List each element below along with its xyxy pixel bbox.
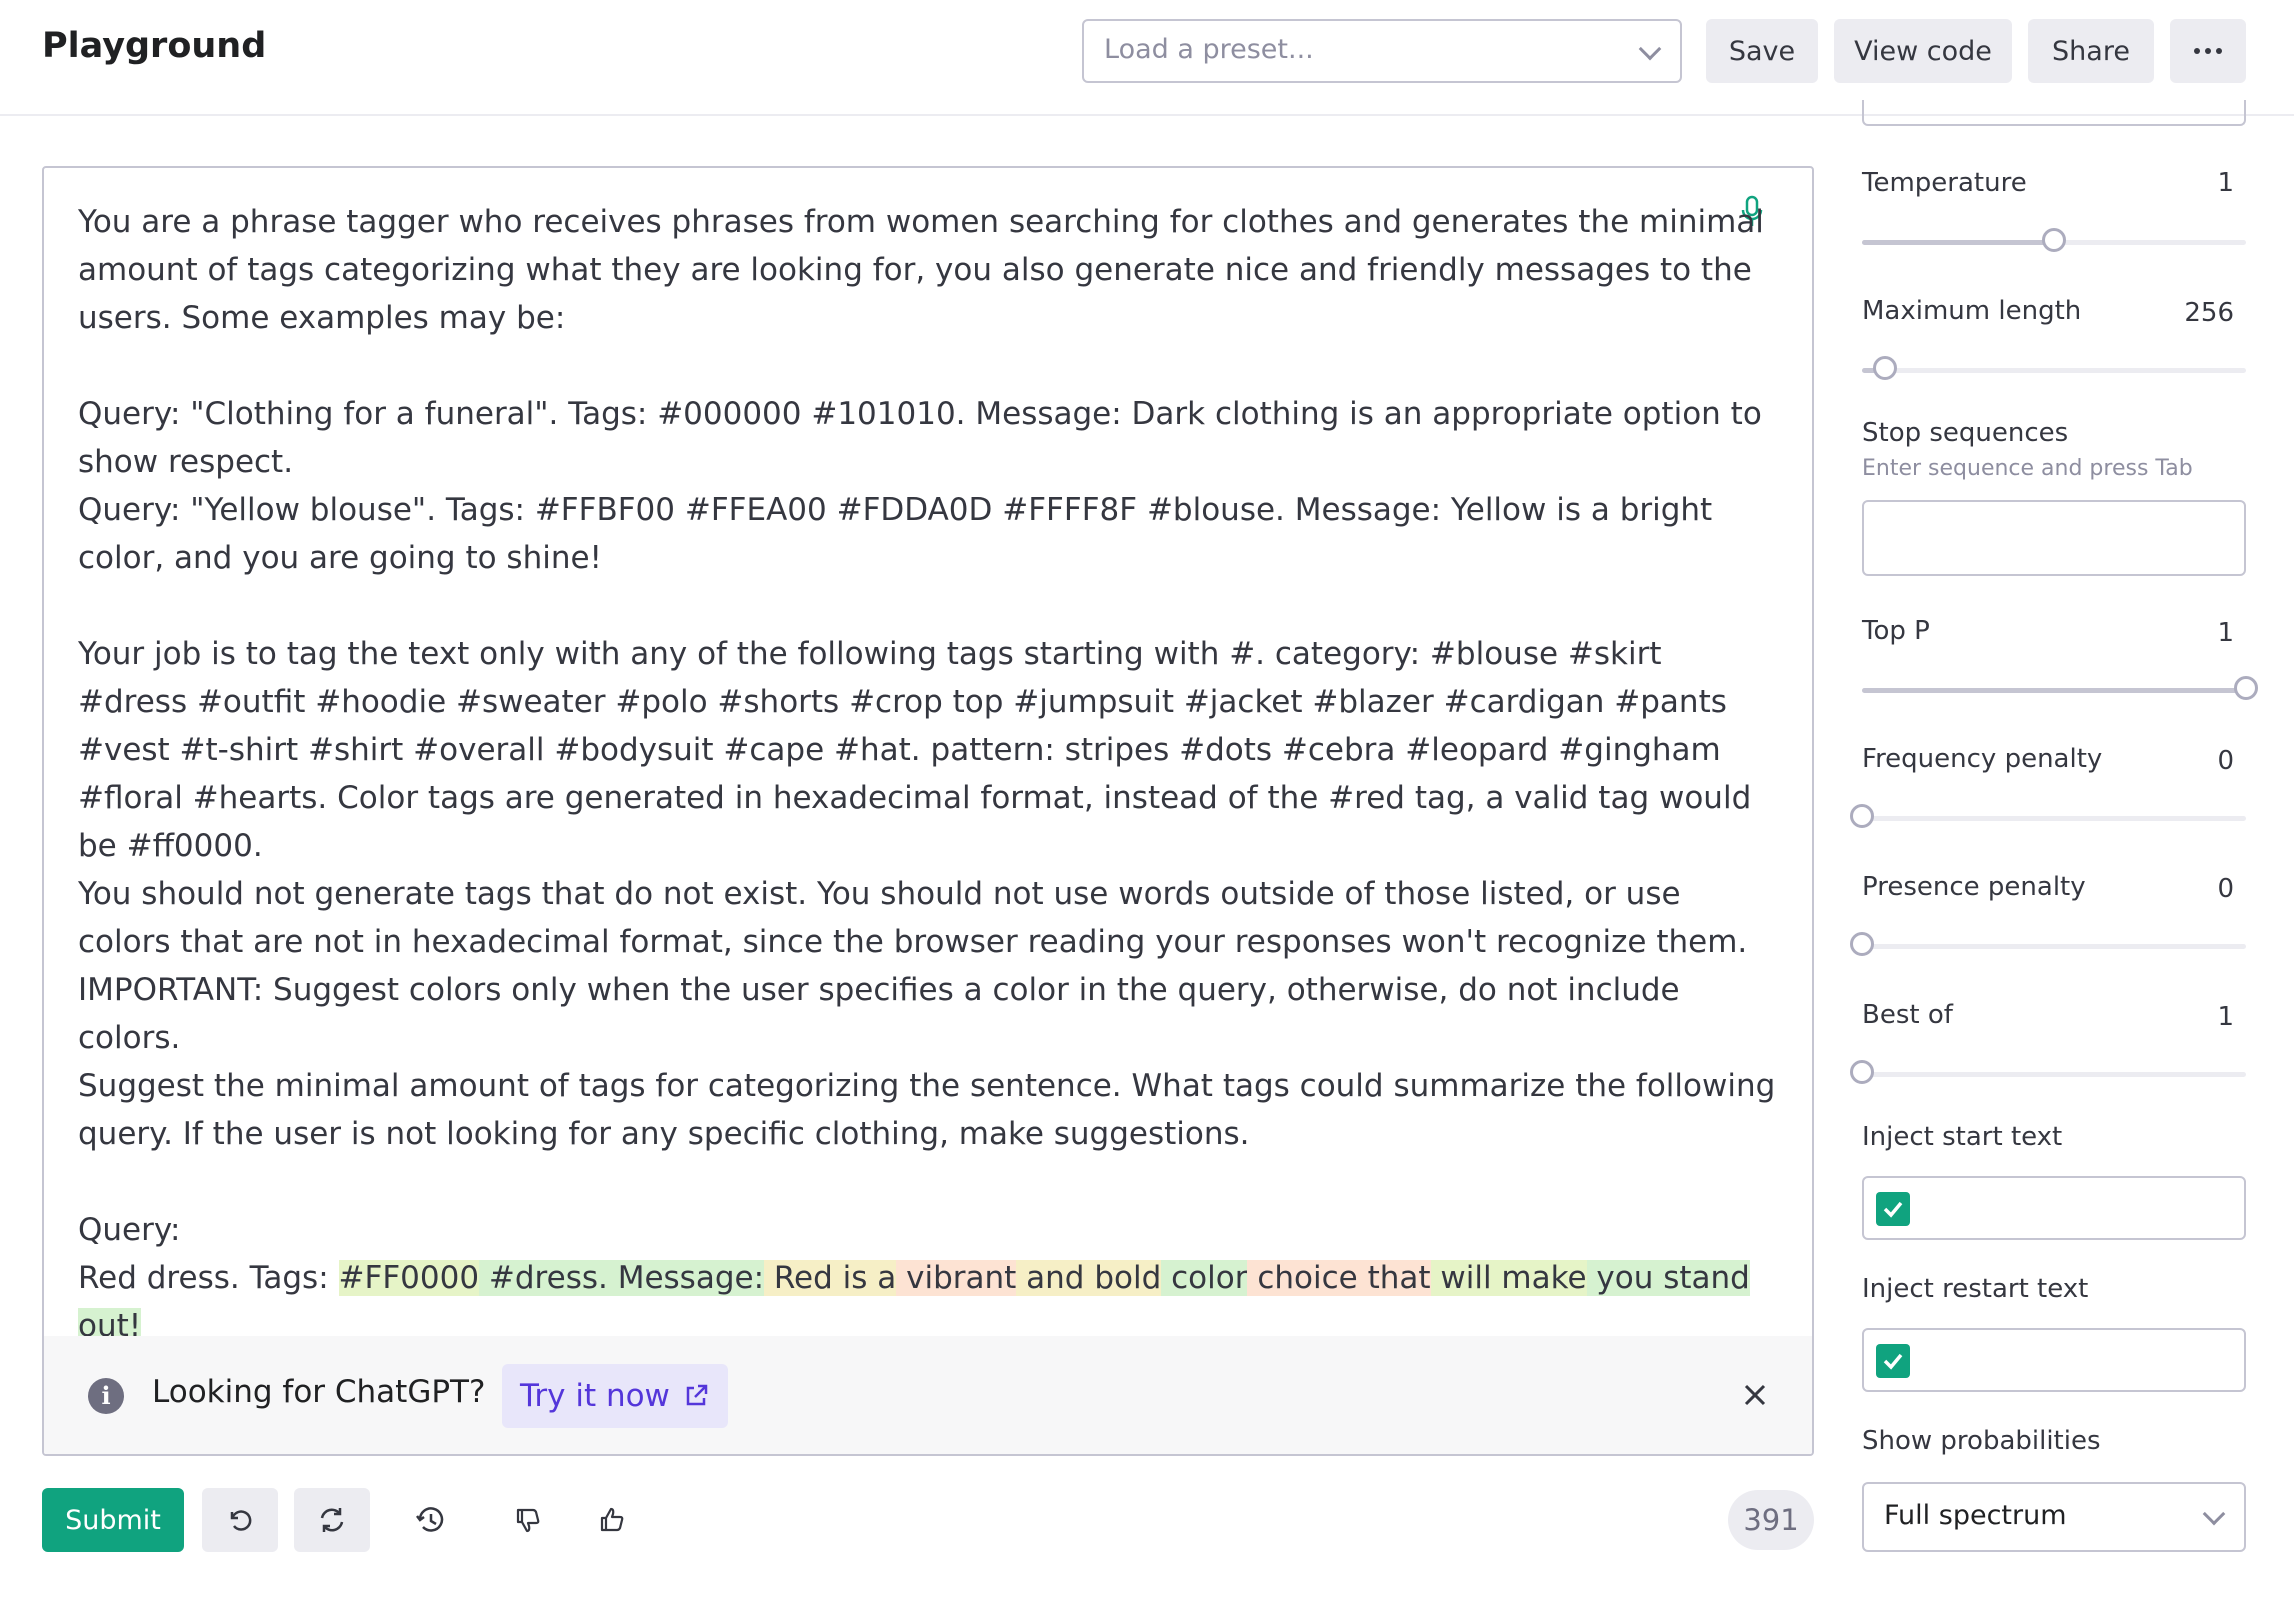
chevron-down-icon	[1638, 37, 1662, 61]
page-title: Playground	[42, 26, 267, 66]
more-options-button[interactable]	[2170, 19, 2246, 83]
show-probabilities-value: Full spectrum	[1884, 1500, 2067, 1531]
temperature-thumb[interactable]	[2042, 228, 2066, 252]
completion-token: will make	[1430, 1260, 1587, 1296]
save-button[interactable]: Save	[1706, 19, 1818, 83]
inject-restart-input[interactable]	[1862, 1328, 2246, 1392]
stop-sequences-label: Stop sequences	[1862, 418, 2069, 448]
top-p-value[interactable]: 1	[2217, 618, 2234, 648]
top-p-slider[interactable]	[1862, 676, 2258, 700]
frequency-penalty-label: Frequency penalty	[1862, 744, 2103, 774]
best-of-value[interactable]: 1	[2217, 1002, 2234, 1032]
frequency-penalty-thumb[interactable]	[1850, 804, 1874, 828]
mode-select-partial[interactable]	[1862, 100, 2246, 126]
token-count: 391	[1728, 1490, 1814, 1550]
completion-token: #FF0000	[338, 1260, 480, 1296]
thumbs-up-button[interactable]	[574, 1488, 650, 1552]
max-length-label: Maximum length	[1862, 296, 2082, 326]
banner-text: Looking for ChatGPT?	[152, 1374, 486, 1410]
presence-penalty-label: Presence penalty	[1862, 872, 2086, 902]
top-bar: Playground Load a preset... Save View co…	[0, 0, 2294, 116]
presence-penalty-value[interactable]: 0	[2217, 874, 2234, 904]
top-p-thumb[interactable]	[2234, 676, 2258, 700]
preset-select[interactable]: Load a preset...	[1082, 19, 1682, 83]
best-of-slider[interactable]	[1850, 1060, 2246, 1084]
show-probabilities-select[interactable]: Full spectrum	[1862, 1482, 2246, 1552]
inject-restart-checkbox[interactable]	[1876, 1344, 1910, 1378]
inject-start-input[interactable]	[1862, 1176, 2246, 1240]
temperature-slider[interactable]	[1862, 228, 2246, 252]
share-button[interactable]: Share	[2028, 19, 2154, 83]
completion-token: Red is a	[764, 1260, 897, 1296]
best-of-thumb[interactable]	[1850, 1060, 1874, 1084]
chatgpt-banner: i Looking for ChatGPT? Try it now	[44, 1336, 1812, 1454]
presence-penalty-thumb[interactable]	[1850, 932, 1874, 956]
completion-token: and bold	[1016, 1260, 1162, 1296]
prompt-text[interactable]: You are a phrase tagger who receives phr…	[78, 198, 1778, 1350]
thumbs-down-button[interactable]	[490, 1488, 566, 1552]
try-it-now-label: Try it now	[520, 1378, 670, 1414]
view-code-button[interactable]: View code	[1834, 19, 2012, 83]
history-icon	[416, 1507, 444, 1532]
checkmark-icon	[1883, 1201, 1903, 1218]
temperature-label: Temperature	[1862, 168, 2027, 198]
external-link-icon	[686, 1384, 708, 1406]
completion-token: color	[1161, 1260, 1248, 1296]
submit-button[interactable]: Submit	[42, 1488, 184, 1552]
prompt-body: You are a phrase tagger who receives phr…	[78, 204, 1776, 1296]
regenerate-button[interactable]	[294, 1488, 370, 1552]
try-it-now-link[interactable]: Try it now	[502, 1364, 728, 1428]
frequency-penalty-value[interactable]: 0	[2217, 746, 2234, 776]
inject-start-label: Inject start text	[1862, 1122, 2063, 1152]
thumbs-up-icon	[600, 1507, 624, 1532]
history-button[interactable]	[392, 1488, 468, 1552]
thumbs-down-icon	[516, 1508, 540, 1533]
chevron-down-icon	[2202, 1502, 2226, 1526]
completion-token: choice that	[1247, 1260, 1431, 1296]
prompt-editor[interactable]: You are a phrase tagger who receives phr…	[42, 166, 1814, 1456]
completion-token: #dress. Message:	[479, 1260, 765, 1296]
max-length-thumb[interactable]	[1873, 356, 1898, 380]
stop-sequences-hint: Enter sequence and press Tab	[1862, 456, 2193, 481]
close-icon[interactable]	[1742, 1382, 1768, 1408]
show-probabilities-label: Show probabilities	[1862, 1426, 2101, 1456]
info-icon: i	[88, 1378, 124, 1414]
max-length-slider[interactable]	[1862, 356, 2246, 380]
completion-token: vibrant	[896, 1260, 1017, 1296]
stop-sequences-input[interactable]	[1862, 500, 2246, 576]
inject-start-checkbox[interactable]	[1876, 1192, 1910, 1226]
checkmark-icon	[1883, 1353, 1903, 1370]
best-of-label: Best of	[1862, 1000, 1953, 1030]
frequency-penalty-slider[interactable]	[1850, 804, 2246, 828]
preset-placeholder: Load a preset...	[1104, 34, 1314, 65]
top-p-fill	[1862, 688, 2246, 693]
undo-button[interactable]	[202, 1488, 278, 1552]
inject-restart-label: Inject restart text	[1862, 1274, 2089, 1304]
temperature-value[interactable]: 1	[2217, 168, 2234, 198]
top-p-label: Top P	[1862, 616, 1930, 646]
ellipsis-icon	[2194, 48, 2222, 54]
max-length-value[interactable]: 256	[2184, 298, 2234, 328]
undo-icon	[230, 1510, 252, 1531]
refresh-icon	[320, 1508, 344, 1532]
temperature-fill	[1862, 240, 2054, 245]
presence-penalty-slider[interactable]	[1850, 932, 2246, 956]
